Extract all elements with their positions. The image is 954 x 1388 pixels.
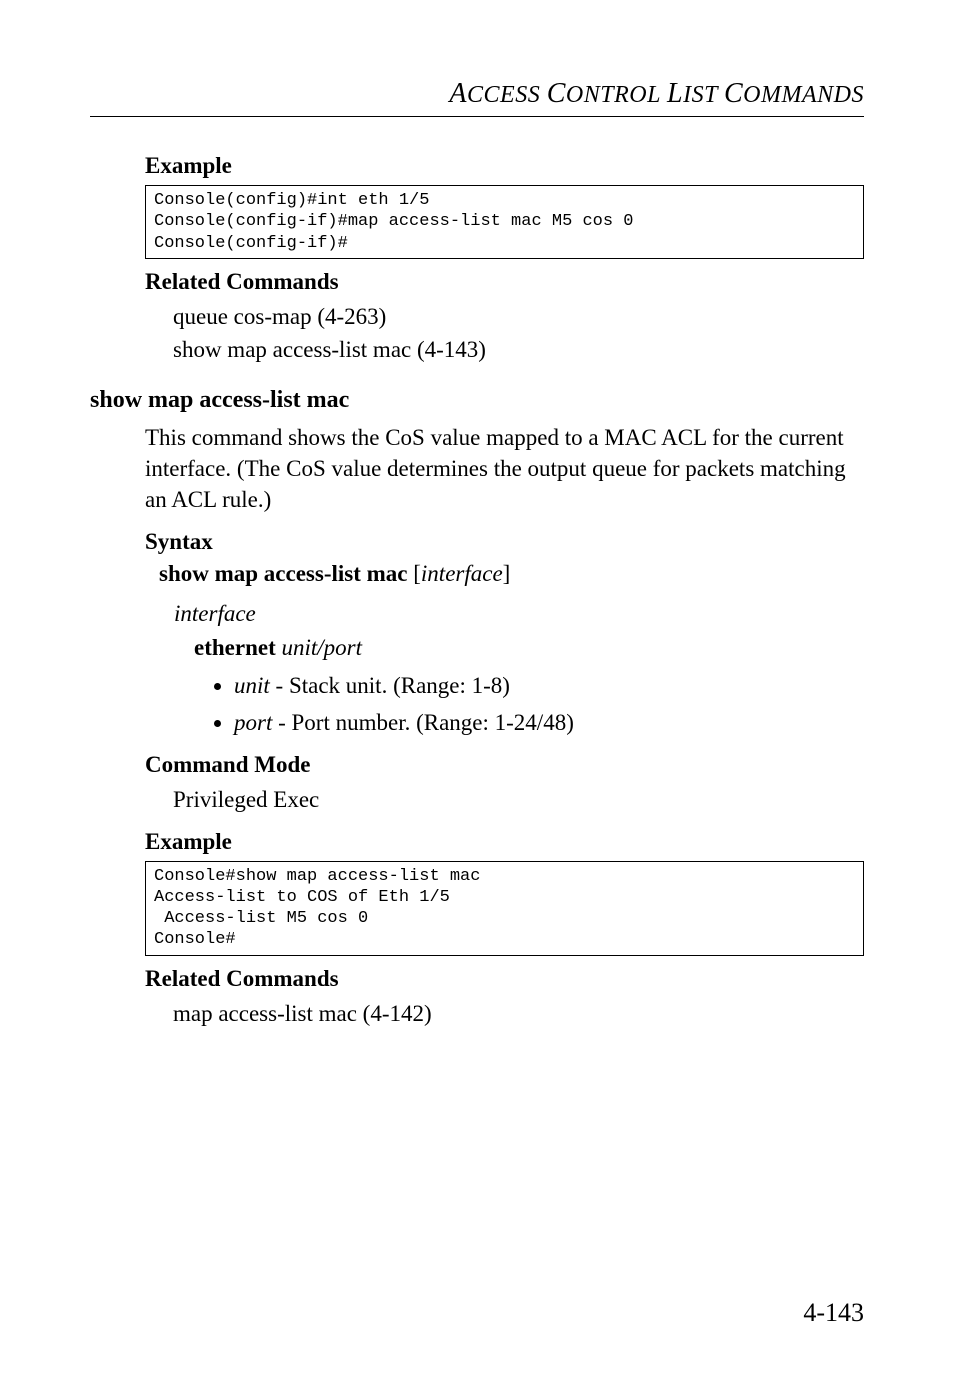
bullet-unit: unit - Stack unit. (Range: 1-8) [234, 668, 864, 705]
example-heading-2: Example [145, 829, 864, 855]
header-rule [90, 116, 864, 117]
command-mode-value: Privileged Exec [145, 784, 864, 815]
running-header: ACCESS CONTROL LIST COMMANDS [90, 78, 864, 110]
bullet-port: port - Port number. (Range: 1-24/48) [234, 705, 864, 742]
example-heading-1: Example [145, 153, 864, 179]
syntax-heading: Syntax [145, 529, 864, 555]
command-name-heading: show map access-list mac [90, 387, 864, 414]
related-line-1a: queue cos-map (4-263) [145, 301, 864, 332]
syntax-line: show map access-list mac [interface] [145, 561, 864, 587]
code-block-2: Console#show map access-list mac Access-… [145, 861, 864, 956]
syntax-bullets: unit - Stack unit. (Range: 1-8) port - P… [90, 668, 864, 742]
bullet-port-ital: port [234, 710, 272, 735]
syntax-bracket-open: [ [408, 561, 421, 586]
param-ethernet-ital: unit/port [276, 635, 362, 660]
code-block-1: Console(config)#int eth 1/5 Console(conf… [145, 185, 864, 259]
syntax-bold: show map access-list mac [159, 561, 408, 586]
bullet-port-rest: - Port number. (Range: 1-24/48) [272, 710, 574, 735]
syntax-bracket-close: ] [503, 561, 511, 586]
related-line-2a: map access-list mac (4-142) [145, 998, 864, 1029]
param-ethernet-bold: ethernet [194, 635, 276, 660]
page-number: 4-143 [803, 1298, 864, 1328]
param-interface: interface [174, 601, 256, 626]
related-heading-2: Related Commands [145, 966, 864, 992]
bullet-unit-rest: - Stack unit. (Range: 1-8) [270, 673, 510, 698]
bullet-unit-ital: unit [234, 673, 270, 698]
command-mode-heading: Command Mode [145, 752, 864, 778]
related-line-1b: show map access-list mac (4-143) [145, 334, 864, 365]
syntax-ital: interface [421, 561, 503, 586]
related-heading-1: Related Commands [145, 269, 864, 295]
param-block: interface ethernet unit/port [90, 597, 864, 666]
command-description: This command shows the CoS value mapped … [145, 422, 864, 515]
